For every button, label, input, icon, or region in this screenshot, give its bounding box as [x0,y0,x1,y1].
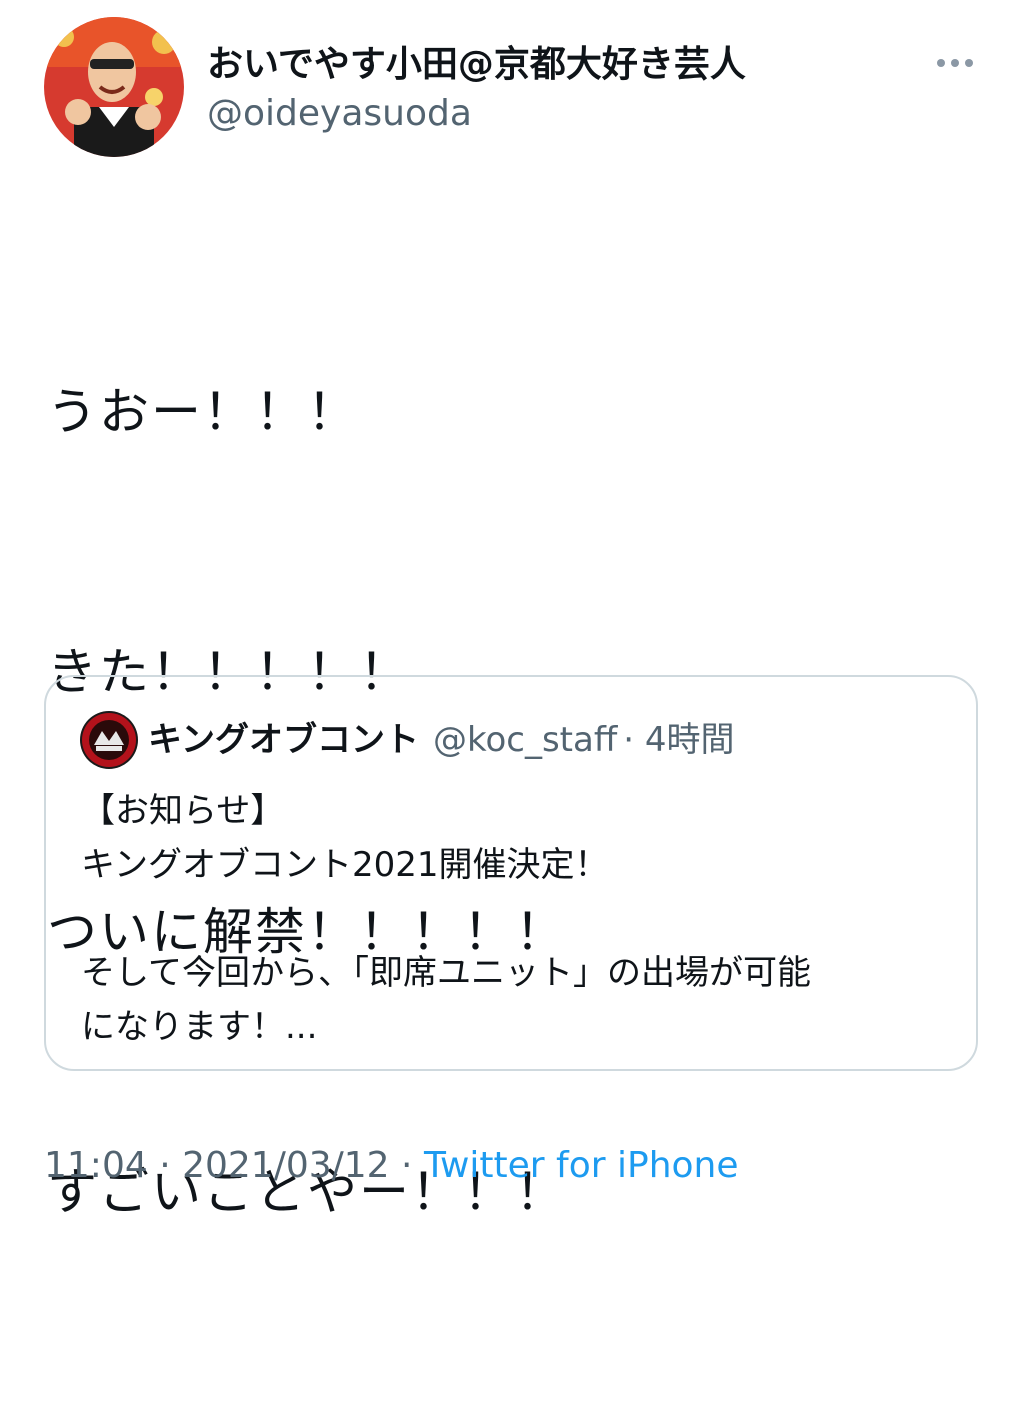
tweet: おいでやす小田@京都大好き芸人 @oideyasuoda うおー！！！ きた！！… [0,0,1024,1221]
quoted-text-line: キングオブコント2021開催決定！ [81,845,609,885]
tweet-source-link[interactable]: Twitter for iPhone [424,1145,739,1186]
tweet-text-line: うおー！！！ [47,383,359,441]
author-avatar-image [44,17,184,157]
more-horizontal-icon [937,59,973,67]
author-avatar[interactable] [44,17,184,157]
quoted-author-name: キングオブコント [148,720,419,760]
more-options-button[interactable] [930,48,980,78]
quoted-text-line: そして今回から、「即席ユニット」の出場が可能 [81,953,811,993]
quoted-text-line: 【お知らせ】 [81,791,285,831]
quoted-tweet-time: · 4時間 [623,720,735,760]
quoted-tweet-card[interactable]: キングオブコント @koc_staff · 4時間 【お知らせ】 キングオブコント2… [44,675,978,1071]
meta-separator: · [147,1145,183,1186]
author-handle[interactable]: @oideyasuoda [207,88,472,140]
koc-logo-icon [80,711,138,769]
tweet-time[interactable]: 11:04 [44,1145,148,1186]
quoted-tweet-text: 【お知らせ】 キングオブコント2021開催決定！ そして今回から、「即席ユニット… [81,784,811,1054]
quoted-text-line: になります！... [81,1007,318,1047]
quoted-tweet-header: キングオブコント @koc_staff · 4時間 [148,714,735,766]
quoted-author-avatar [80,711,138,769]
quoted-author-handle: @koc_staff [432,720,618,760]
tweet-date[interactable]: 2021/03/12 [182,1145,390,1186]
tweet-metadata: 11:04 · 2021/03/12 · Twitter for iPhone [44,1138,739,1194]
meta-separator: · [389,1145,424,1186]
author-display-name[interactable]: おいでやす小田@京都大好き芸人 [207,38,746,92]
